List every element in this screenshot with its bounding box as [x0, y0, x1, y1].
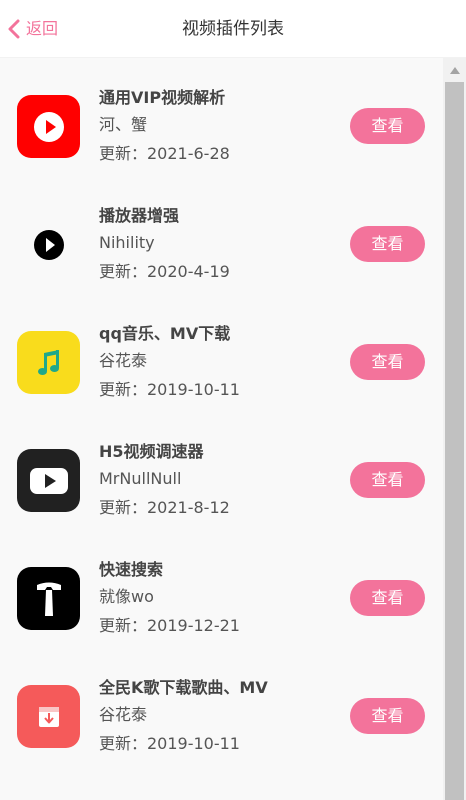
plugin-name: 通用VIP视频解析 — [99, 88, 226, 107]
black-play-circle-icon — [17, 213, 80, 276]
plugin-author: 谷花泰 — [99, 351, 148, 370]
download-box-icon — [17, 685, 80, 748]
plugin-name: 快速搜索 — [99, 560, 164, 579]
plugin-updated: 更新：2019-12-21 — [99, 616, 240, 635]
view-button[interactable]: 查看 — [350, 462, 425, 498]
plugin-name: H5视频调速器 — [99, 442, 204, 461]
plugin-author: MrNullNull — [99, 469, 182, 488]
music-note-icon — [17, 331, 80, 394]
list-item: 通用VIP视频解析 河、蟹 更新：2021-6-28 查看 — [0, 58, 440, 176]
list-item: 播放器增强 Nihility 更新：2020-4-19 查看 — [0, 176, 440, 294]
view-button[interactable]: 查看 — [350, 580, 425, 616]
scrollbar-thumb[interactable] — [445, 82, 464, 800]
plugin-name: 播放器增强 — [99, 206, 180, 225]
hammer-icon — [17, 567, 80, 630]
list-item: qq音乐、MV下载 谷花泰 更新：2019-10-11 查看 — [0, 294, 440, 412]
plugin-name: 全民K歌下载歌曲、MV — [99, 678, 268, 697]
plugin-list-area: 通用VIP视频解析 河、蟹 更新：2021-6-28 查看 播放器增强 Nihi… — [0, 58, 466, 800]
plugin-updated: 更新：2019-10-11 — [99, 380, 240, 399]
view-button[interactable]: 查看 — [350, 108, 425, 144]
page-title: 视频插件列表 — [182, 19, 284, 39]
plugin-updated: 更新：2021-8-12 — [99, 498, 230, 517]
plugin-author: 河、蟹 — [99, 115, 148, 134]
view-button[interactable]: 查看 — [350, 698, 425, 734]
list-item: 快速搜索 就像wo 更新：2019-12-21 查看 — [0, 530, 440, 648]
youtube-red-play-icon — [17, 95, 80, 158]
plugin-updated: 更新：2020-4-19 — [99, 262, 230, 281]
app-header: 返回 视频插件列表 — [0, 0, 466, 58]
plugin-name: qq音乐、MV下载 — [99, 324, 231, 343]
view-button[interactable]: 查看 — [350, 226, 425, 262]
youtube-dark-play-icon — [17, 449, 80, 512]
view-button[interactable]: 查看 — [350, 344, 425, 380]
plugin-author: 谷花泰 — [99, 705, 148, 724]
vertical-scrollbar[interactable] — [443, 58, 466, 800]
scroll-up-arrow-icon[interactable] — [443, 58, 466, 82]
plugin-author: 就像wo — [99, 587, 154, 606]
plugin-list: 通用VIP视频解析 河、蟹 更新：2021-6-28 查看 播放器增强 Nihi… — [0, 58, 440, 800]
list-item: H5视频调速器 MrNullNull 更新：2021-8-12 查看 — [0, 412, 440, 530]
list-item: 全民K歌下载歌曲、MV 谷花泰 更新：2019-10-11 查看 — [0, 648, 440, 766]
plugin-updated: 更新：2021-6-28 — [99, 144, 230, 163]
plugin-author: Nihility — [99, 233, 155, 252]
plugin-updated: 更新：2019-10-11 — [99, 734, 240, 753]
